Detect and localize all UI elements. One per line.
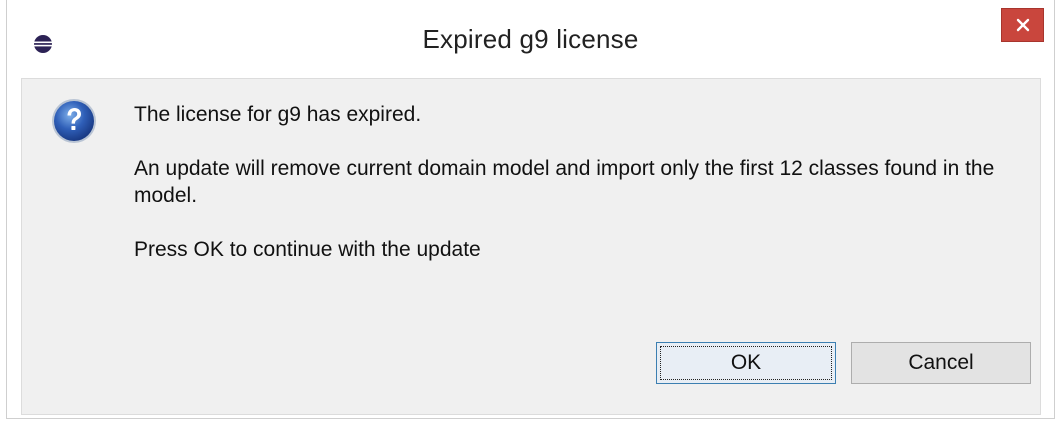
window-title: Expired g9 license [422,24,639,54]
dialog-window: Expired g9 license The license for g9 ha… [6,0,1055,419]
focus-ring [660,346,832,380]
dialog-message: The license for g9 has expired. An updat… [134,101,1014,290]
close-button[interactable] [1001,8,1044,42]
message-line-press-ok: Press OK to continue with the update [134,238,481,261]
message-line-expired: The license for g9 has expired. [134,103,422,126]
cancel-button-label: Cancel [908,351,974,374]
dialog-content: The license for g9 has expired. An updat… [21,78,1041,415]
title-bar: Expired g9 license [7,0,1054,80]
close-icon [1016,18,1030,32]
message-line-update: An update will remove current domain mod… [134,157,995,207]
ok-button[interactable]: OK [656,342,836,384]
cancel-button[interactable]: Cancel [851,342,1031,384]
question-icon [50,97,98,145]
